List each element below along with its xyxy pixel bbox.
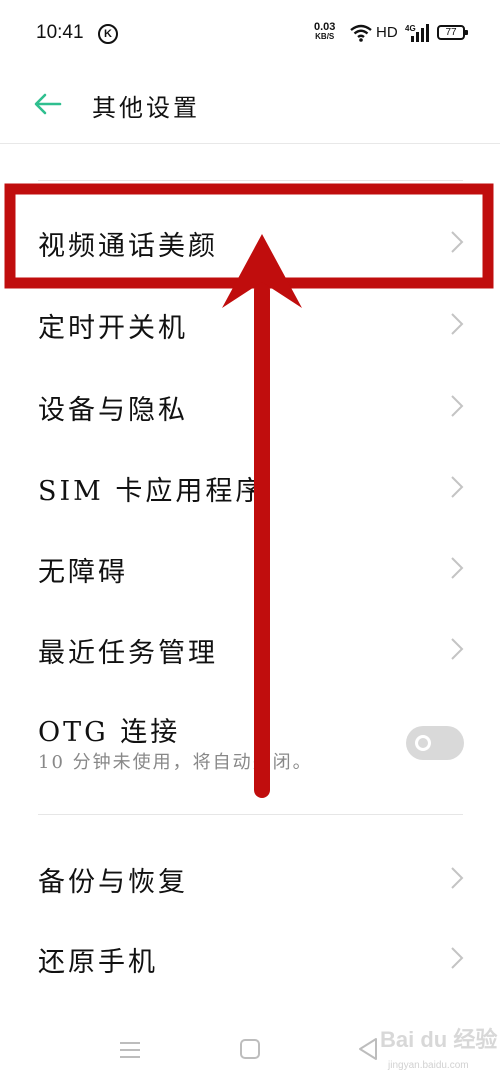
list-item-label: 备份与恢复 [38, 867, 188, 898]
list-item-label: OTG 连接 [38, 717, 181, 748]
chevron-right-icon [451, 395, 464, 417]
chevron-right-icon [451, 867, 464, 889]
signal-icon [411, 24, 429, 42]
home-square-icon[interactable] [239, 1038, 261, 1060]
list-item-label: SIM 卡应用程序 [38, 476, 266, 507]
back-triangle-icon[interactable] [356, 1036, 380, 1062]
list-item-otg: OTG 连接 10 分钟未使用，将自动关闭。 [0, 688, 500, 792]
list-item-reset-phone[interactable]: 还原手机 [0, 918, 500, 998]
list-item-label: 最近任务管理 [38, 638, 218, 669]
list-item-device-privacy[interactable]: 设备与隐私 [0, 366, 500, 446]
chevron-right-icon [451, 557, 464, 579]
list-item-recent-tasks[interactable]: 最近任务管理 [0, 609, 500, 689]
list-item-scheduled-power[interactable]: 定时开关机 [0, 284, 500, 364]
page-title: 其他设置 [92, 94, 200, 122]
chevron-right-icon [451, 313, 464, 335]
otg-description: 10 分钟未使用，将自动关闭。 [38, 752, 313, 773]
chevron-right-icon [451, 231, 464, 253]
list-item-label: 视频通话美颜 [38, 231, 218, 262]
hd-indicator: HD [376, 24, 398, 41]
status-bar: 10:41 K 0.03 KB/S HD 4G 77 [0, 0, 500, 66]
network-speed-value: 0.03 [314, 21, 336, 33]
list-item-label: 还原手机 [38, 947, 158, 978]
list-item-sim-apps[interactable]: SIM 卡应用程序 [0, 447, 500, 527]
list-item-label: 设备与隐私 [38, 395, 188, 426]
list-item-label: 无障碍 [38, 557, 128, 588]
status-time: 10:41 [36, 22, 84, 43]
divider [38, 814, 463, 815]
list-item-label: 定时开关机 [38, 313, 188, 344]
divider [38, 180, 463, 181]
network-speed-unit: KB/S [315, 32, 335, 41]
list-item-accessibility[interactable]: 无障碍 [0, 528, 500, 608]
toggle-knob [415, 735, 431, 751]
battery-icon: 77 [437, 25, 468, 40]
header: 其他设置 [0, 66, 500, 144]
watermark-url: jingyan.baidu.com [388, 1060, 469, 1071]
chevron-right-icon [451, 476, 464, 498]
wifi-icon [350, 24, 372, 42]
arrow-left-icon[interactable] [32, 92, 62, 116]
list-item-video-call-beauty[interactable]: 视频通话美颜 [0, 202, 500, 282]
menu-icon[interactable] [118, 1040, 142, 1060]
chevron-right-icon [451, 638, 464, 660]
chevron-right-icon [451, 947, 464, 969]
list-item-backup-restore[interactable]: 备份与恢复 [0, 838, 500, 918]
k-badge-icon: K [98, 24, 118, 44]
otg-toggle[interactable] [406, 726, 464, 760]
watermark: Bai du 经验 [380, 1027, 498, 1052]
network-speed: 0.03 KB/S [314, 22, 335, 42]
